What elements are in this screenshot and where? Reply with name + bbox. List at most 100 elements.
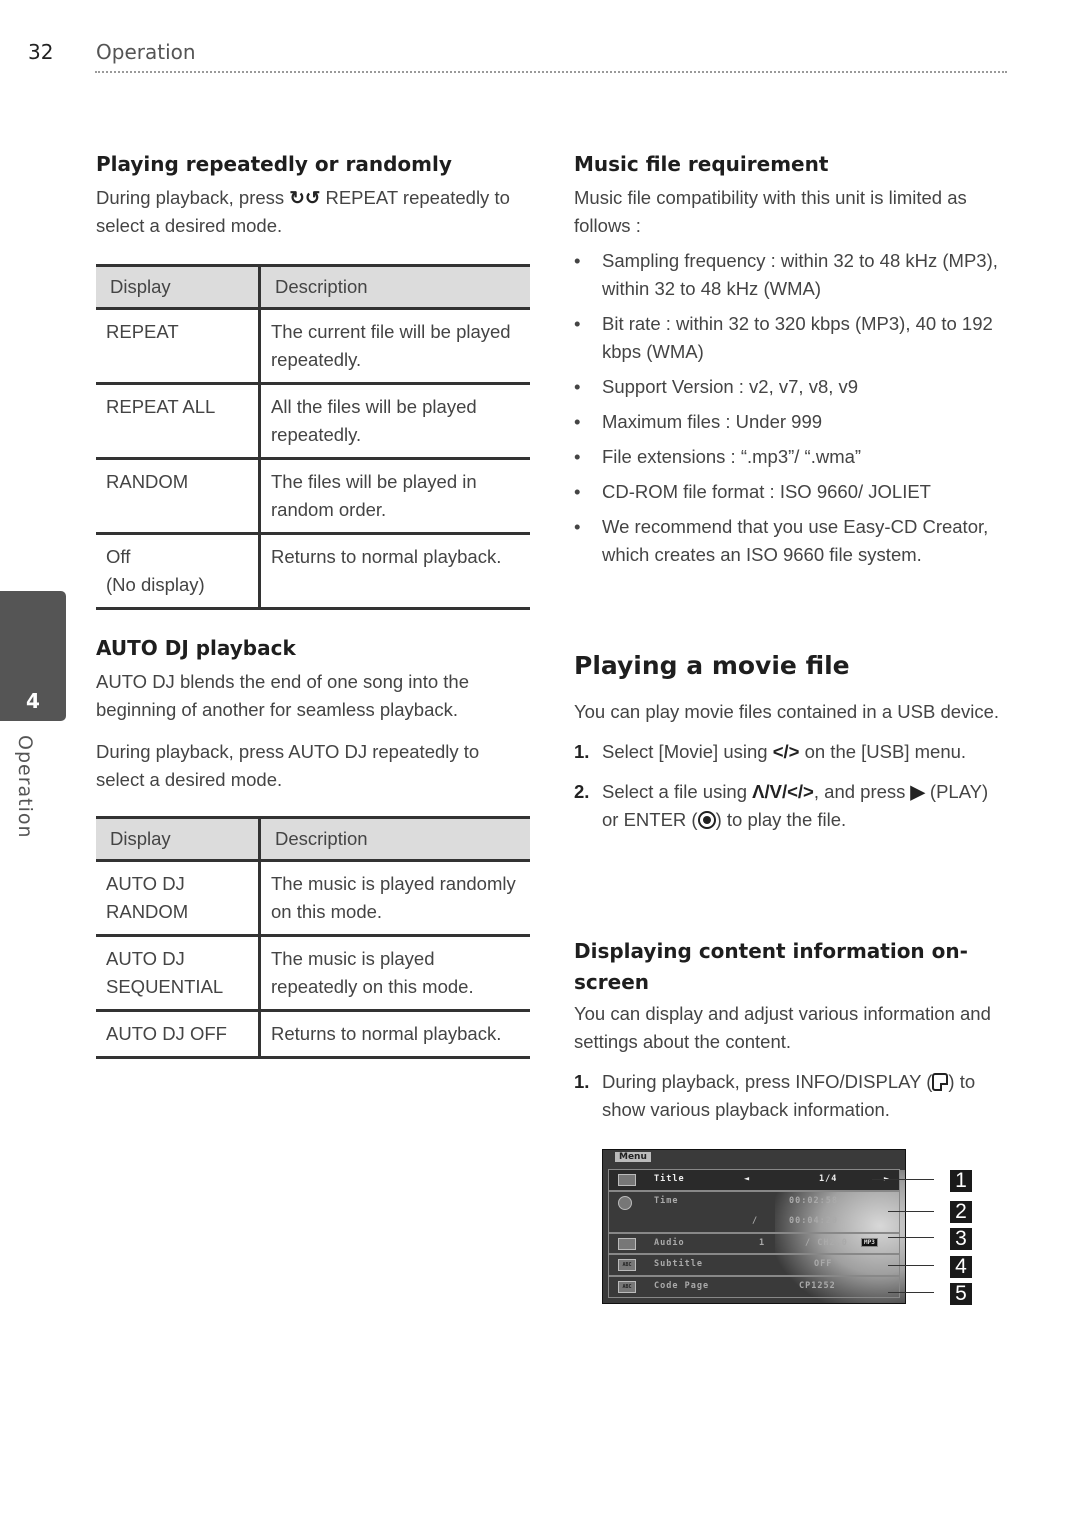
movie-section-title: Playing a movie file (574, 651, 850, 680)
film-icon (618, 1174, 636, 1186)
mode-display-line: SEQUENTIAL (106, 976, 224, 997)
requirement-list: • Sampling frequency : within 32 to 48 kH… (574, 247, 1008, 569)
table-header-description: Description (259, 264, 530, 310)
callout-number: 2 (950, 1201, 972, 1223)
osd-row-label: Audio (654, 1238, 685, 1248)
mode-display-line: (No display) (106, 574, 205, 595)
page-number: 32 (28, 40, 54, 64)
osd-row-label: Code Page (654, 1281, 710, 1291)
osd-row-value: CP1252 (799, 1281, 836, 1291)
osd-left-arrow-icon: ◄ (744, 1174, 750, 1184)
osd-row-value: / CH2.0 (805, 1238, 848, 1248)
bullet: • (574, 376, 581, 397)
osd-row-audio: Audio 1 / CH2.0 MP3 (608, 1233, 900, 1254)
list-item: • Sampling frequency : within 32 to 48 kH… (574, 247, 1008, 303)
bullet: • (574, 481, 581, 502)
clock-icon (618, 1196, 632, 1210)
list-item-text: CD-ROM file format : ISO 9660/ JOLIET (602, 481, 931, 502)
list-item-text: Sampling frequency : within 32 to 48 kHz… (602, 250, 998, 299)
autodj-para-2: During playback, press AUTO DJ repeatedl… (96, 741, 480, 790)
callout-number: 1 (950, 1170, 972, 1192)
table-header-display: Display (96, 264, 261, 310)
callout-number: 5 (950, 1283, 972, 1305)
mode-description: The files will be played in random order… (259, 458, 530, 535)
display-info-intro: You can display and adjust various infor… (574, 1003, 991, 1052)
enter-icon (697, 811, 716, 829)
mode-display: REPEAT (96, 308, 261, 385)
osd-menu-label: Menu (615, 1152, 651, 1162)
repeat-section-intro: During playback, press ↻↺ REPEAT repeate… (96, 184, 530, 240)
osd-row-value: 1 (759, 1238, 765, 1248)
osd-row-title: Title ◄ 1/4 ► (608, 1169, 900, 1191)
movie-section: Playing a movie file You can play movie … (574, 650, 1008, 834)
list-item: • Maximum files : Under 999 (574, 408, 1008, 436)
autodj-section: AUTO DJ playback AUTO DJ blends the end … (96, 634, 530, 1059)
list-item-text: Bit rate : within 32 to 320 kbps (MP3), … (602, 313, 993, 362)
table-header-row: Display Description (96, 816, 530, 862)
list-item-text: Support Version : v2, v7, v8, v9 (602, 376, 859, 397)
step-text: , and press (813, 781, 911, 802)
callout-number: 3 (950, 1228, 972, 1250)
list-item-text: File extensions : “.mp3”/ “.wma” (602, 446, 862, 467)
list-item: • File extensions : “.mp3”/ “.wma” (574, 443, 1008, 471)
step-item: 1. During playback, press INFO/DISPLAY ()… (574, 1068, 1008, 1124)
mode-display: AUTO DJ OFF (96, 1010, 261, 1059)
step-text: ) to play the file. (715, 809, 847, 830)
list-item-text: Maximum files : Under 999 (602, 411, 823, 432)
music-requirement-section: Music file requirement Music file compat… (574, 150, 1008, 569)
movie-steps: 1. Select [Movie] using </> on the [USB] … (574, 738, 1008, 834)
chapter-tab: 4 (0, 591, 66, 721)
list-item-text: We recommend that you use Easy-CD Creato… (602, 516, 989, 565)
table-row: AUTO DJ SEQUENTIAL The music is played re… (96, 935, 530, 1012)
callout-number: 4 (950, 1256, 972, 1278)
table-header-description: Description (259, 816, 530, 862)
play-icon: ▶ (910, 781, 925, 802)
osd-codec-badge: MP3 (861, 1238, 878, 1247)
osd-screenshot: Menu Title ◄ 1/4 ► Time 00:02:58 / 00:04… (602, 1149, 906, 1304)
list-item: • Bit rate : within 32 to 320 kbps (MP3),… (574, 310, 1008, 366)
callout-line (888, 1211, 934, 1212)
mode-display-line: AUTO DJ (106, 948, 185, 969)
osd-row-codepage: ABC Code Page CP1252 (608, 1276, 900, 1298)
mode-display: RANDOM (96, 458, 261, 535)
chapter-label: Operation (14, 735, 36, 839)
autodj-section-title: AUTO DJ playback (96, 636, 296, 660)
list-item: • We recommend that you use Easy-CD Creat… (574, 513, 1008, 569)
osd-row-value: 00:04:20 (789, 1216, 838, 1226)
osd-row-label: Title (654, 1174, 685, 1184)
display-info-section: Displaying content information on-screen… (574, 936, 1008, 1124)
step-text: Select [Movie] using (602, 741, 773, 762)
mode-description: All the files will be played repeatedly. (259, 383, 530, 460)
header-rule (95, 71, 1007, 73)
callout-line (888, 1237, 934, 1238)
intro-text-part: During playback, press (96, 187, 290, 208)
mode-description: The music is played randomly on this mod… (259, 860, 530, 937)
mode-display: AUTO DJ SEQUENTIAL (96, 935, 261, 1012)
list-item: • CD-ROM file format : ISO 9660/ JOLIET (574, 478, 1008, 506)
step-number: 1. (574, 1071, 590, 1092)
left-right-arrows-icon: </> (772, 741, 800, 762)
step-item: 1. Select [Movie] using </> on the [USB] … (574, 738, 1008, 766)
music-requirement-intro: Music file compatibility with this unit … (574, 187, 967, 236)
running-header-title: Operation (96, 40, 196, 64)
direction-arrows-icon: Λ/V/</> (752, 781, 814, 802)
mode-description: The current file will be played repeated… (259, 308, 530, 385)
mode-description: Returns to normal playback. (259, 533, 530, 610)
table-row: RANDOM The files will be played in rando… (96, 458, 530, 535)
list-item: • Support Version : v2, v7, v8, v9 (574, 373, 1008, 401)
codepage-icon: ABC (618, 1281, 636, 1293)
bullet: • (574, 411, 581, 432)
step-text: Select a file using (602, 781, 753, 802)
bullet: • (574, 313, 581, 334)
step-number: 1. (574, 741, 590, 762)
table-header-row: Display Description (96, 264, 530, 310)
chapter-number: 4 (26, 689, 40, 713)
osd-row-time: Time 00:02:58 / 00:04:20 (608, 1191, 900, 1233)
step-item: 2. Select a file using Λ/V/</>, and press… (574, 778, 1008, 834)
callout-line (872, 1179, 934, 1180)
mode-display-line: Off (106, 546, 131, 567)
osd-row-subtitle: ABC Subtitle OFF (608, 1254, 900, 1276)
bullet: • (574, 516, 581, 537)
osd-row-value: OFF (814, 1259, 833, 1269)
bullet: • (574, 250, 581, 271)
